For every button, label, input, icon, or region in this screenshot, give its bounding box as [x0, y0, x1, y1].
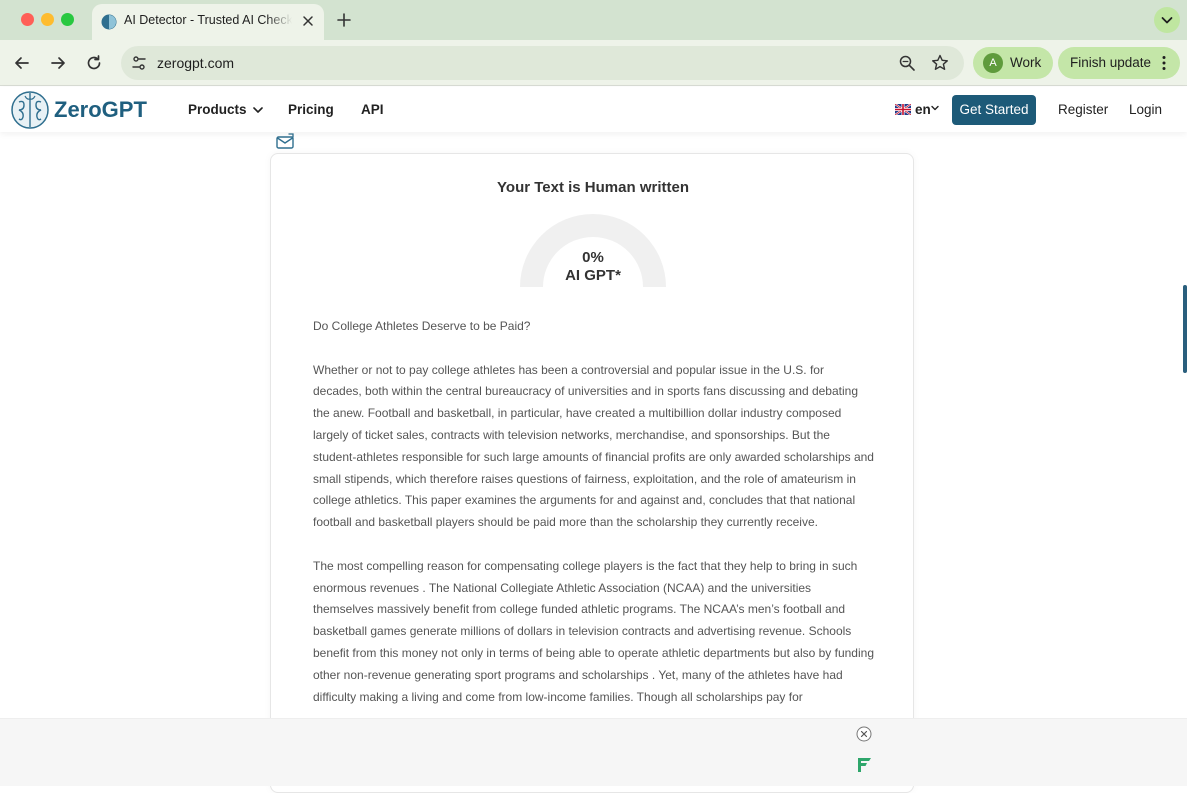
window-close-button[interactable] — [21, 13, 34, 26]
nav-products-label: Products — [188, 102, 247, 117]
browser-toolbar: zerogpt.com A Work Finish update — [0, 40, 1187, 86]
text-paragraph: The most compelling reason for compensat… — [313, 558, 874, 704]
uk-flag-icon — [895, 104, 911, 115]
zoom-icon[interactable] — [898, 54, 916, 72]
site-info-icon[interactable] — [129, 53, 149, 73]
analyzed-text: Do College Athletes Deserve to be Paid? … — [313, 316, 875, 730]
brain-logo-icon[interactable] — [10, 90, 50, 130]
text-paragraph: Whether or not to pay college athletes h… — [313, 362, 874, 530]
tab-title: AI Detector - Trusted AI Checker for Cha… — [124, 13, 292, 27]
chevron-down-icon — [1161, 17, 1173, 24]
finish-update-label: Finish update — [1070, 55, 1152, 70]
bookmark-star-icon[interactable] — [930, 53, 950, 73]
finish-update-button[interactable]: Finish update — [1058, 47, 1180, 79]
window-maximize-button[interactable] — [61, 13, 74, 26]
scrollbar-thumb[interactable] — [1183, 285, 1187, 373]
tab-search-button[interactable] — [1154, 7, 1180, 33]
text-paragraph: Do College Athletes Deserve to be Paid? — [313, 319, 531, 333]
result-card: Your Text is Human written 0% AI GPT* Do… — [270, 153, 914, 793]
chevron-down-icon — [253, 107, 264, 114]
ad-provider-logo-icon — [858, 758, 871, 772]
language-label: en — [915, 102, 931, 117]
nav-products[interactable]: Products — [188, 102, 264, 117]
browser-tab-active[interactable]: AI Detector - Trusted AI Checker for Cha… — [92, 4, 324, 40]
back-arrow-icon[interactable] — [12, 53, 32, 73]
profile-label: Work — [1010, 55, 1042, 70]
page-content: Your Text is Human written 0% AI GPT* Do… — [0, 132, 1187, 793]
more-menu-icon — [1162, 56, 1166, 70]
nav-api[interactable]: API — [361, 102, 384, 117]
zerogpt-favicon-icon — [101, 14, 117, 30]
login-link[interactable]: Login — [1129, 102, 1162, 117]
result-title: Your Text is Human written — [497, 179, 689, 196]
window-minimize-button[interactable] — [41, 13, 54, 26]
reload-icon[interactable] — [84, 53, 104, 73]
close-icon[interactable] — [856, 726, 872, 742]
tab-close-icon[interactable] — [300, 13, 316, 29]
get-started-button[interactable]: Get Started — [952, 95, 1036, 125]
avatar: A — [983, 53, 1003, 73]
register-link[interactable]: Register — [1058, 102, 1108, 117]
nav-pricing[interactable]: Pricing — [288, 102, 334, 117]
new-tab-icon[interactable] — [334, 10, 354, 30]
ad-banner — [0, 718, 1187, 786]
chevron-down-icon — [931, 105, 939, 111]
url-text: zerogpt.com — [157, 55, 235, 71]
address-bar[interactable]: zerogpt.com — [121, 46, 964, 80]
browser-tab-strip: AI Detector - Trusted AI Checker for Cha… — [0, 0, 1187, 40]
ai-percentage-label: AI GPT* — [565, 267, 621, 284]
site-logo-text[interactable]: ZeroGPT — [54, 97, 147, 123]
mail-icon[interactable] — [276, 133, 294, 149]
profile-button[interactable]: A Work — [973, 47, 1053, 79]
ai-percentage-value: 0% — [582, 249, 604, 266]
site-header: ZeroGPT Products Pricing API en Get Star… — [0, 87, 1187, 132]
forward-arrow-icon[interactable] — [48, 53, 68, 73]
